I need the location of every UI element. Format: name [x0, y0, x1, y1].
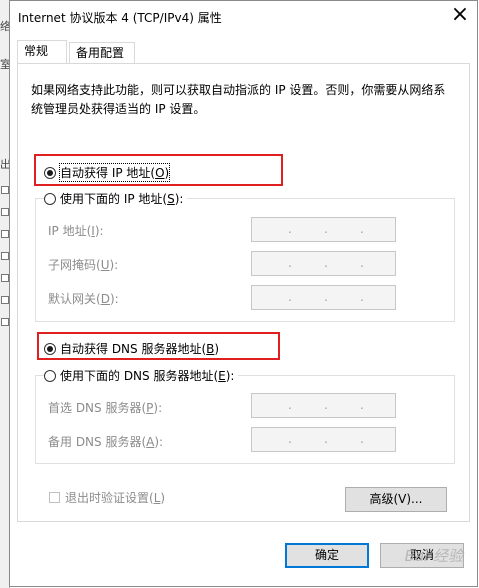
close-button[interactable]: ×	[447, 3, 473, 29]
preferred-dns-input[interactable]: ...	[251, 393, 396, 418]
advanced-button[interactable]: 高级(V)...	[345, 487, 447, 512]
title-bar: Internet 协议版本 4 (TCP/IPv4) 属性 ×	[10, 1, 477, 31]
background-checkbox	[1, 186, 9, 194]
validate-on-exit-checkbox[interactable]	[49, 492, 60, 503]
manual-dns-label: 使用下面的 DNS 服务器地址(E):	[60, 369, 235, 383]
auto-dns-label: 自动获得 DNS 服务器地址(B)	[60, 342, 220, 356]
alternate-dns-input[interactable]: ...	[251, 427, 396, 452]
default-gateway-input[interactable]: ...	[251, 285, 396, 310]
ok-button[interactable]: 确定	[285, 543, 369, 568]
subnet-mask-label: 子网掩码(U):	[48, 258, 119, 272]
description-text: 如果网络支持此功能，则可以获取自动指派的 IP 设置。否则，你需要从网络系统管理…	[31, 83, 446, 116]
preferred-dns-label: 首选 DNS 服务器(P):	[48, 401, 163, 415]
window-title: Internet 协议版本 4 (TCP/IPv4) 属性	[18, 11, 222, 25]
watermark: Bai 经验	[404, 547, 463, 565]
auto-ip-option[interactable]: 自动获得 IP 地址(O)	[44, 163, 171, 182]
background-checkbox	[1, 252, 9, 260]
tab-general[interactable]: 常规	[17, 40, 67, 63]
manual-ip-option[interactable]: 使用下面的 IP 地址(S):	[44, 190, 188, 207]
manual-dns-radio[interactable]	[44, 369, 56, 382]
background-checkbox	[1, 208, 9, 216]
background-checkbox	[1, 296, 9, 304]
close-icon: ×	[450, 2, 470, 27]
validate-on-exit-option[interactable]: 退出时验证设置(L)	[49, 489, 165, 506]
background-checkbox	[1, 318, 9, 326]
auto-dns-option[interactable]: 自动获得 DNS 服务器地址(B)	[44, 340, 219, 357]
auto-ip-label: 自动获得 IP 地址(O)	[58, 163, 171, 182]
auto-ip-radio[interactable]	[44, 166, 56, 179]
tab-alternate-config[interactable]: 备用配置	[69, 42, 135, 63]
manual-ip-radio[interactable]	[44, 192, 56, 205]
general-panel: 如果网络支持此功能，则可以获取自动指派的 IP 设置。否则，你需要从网络系统管理…	[17, 63, 470, 522]
validate-on-exit-label: 退出时验证设置(L)	[65, 491, 166, 505]
manual-dns-option[interactable]: 使用下面的 DNS 服务器地址(E):	[44, 367, 239, 384]
default-gateway-label: 默认网关(D):	[48, 292, 119, 306]
subnet-mask-input[interactable]: ...	[251, 251, 396, 276]
auto-dns-radio[interactable]	[44, 342, 56, 355]
ip-address-label: IP 地址(I):	[48, 224, 104, 238]
manual-ip-label: 使用下面的 IP 地址(S):	[60, 192, 184, 206]
alternate-dns-label: 备用 DNS 服务器(A):	[48, 435, 164, 449]
background-checkbox	[1, 230, 9, 238]
tcpip-properties-dialog: Internet 协议版本 4 (TCP/IPv4) 属性 × 常规 备用配置 …	[9, 0, 478, 587]
background-checkbox	[1, 274, 9, 282]
ip-address-input[interactable]: ...	[251, 217, 396, 242]
